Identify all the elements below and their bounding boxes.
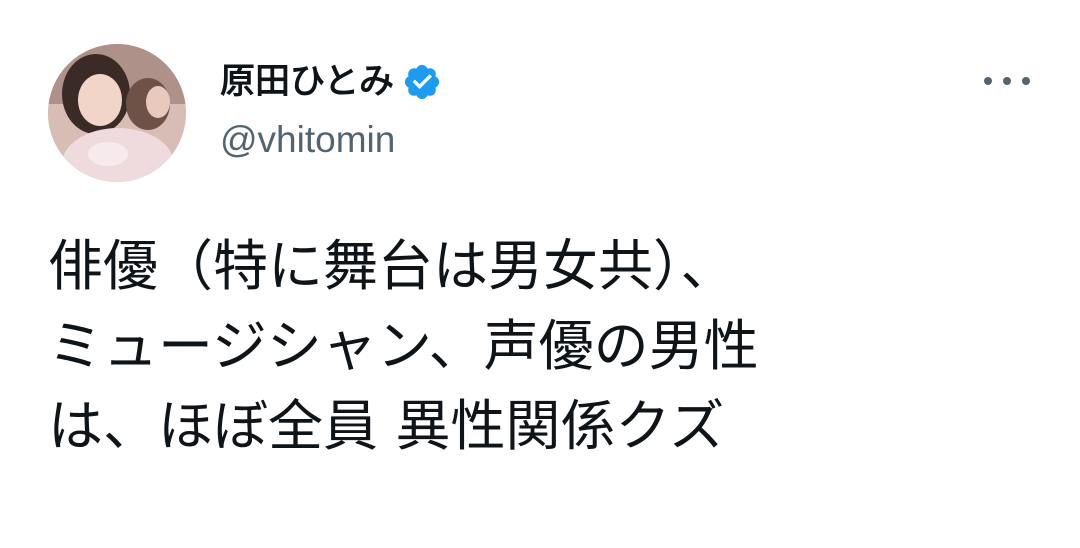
tweet-text-line: 俳優（特に舞台は男女共）、 <box>48 234 736 298</box>
more-dot <box>1003 77 1011 85</box>
author-name-row[interactable]: 原田ひとみ <box>220 58 442 106</box>
avatar[interactable] <box>48 44 186 182</box>
verified-badge-icon <box>402 62 442 102</box>
more-dot <box>984 77 992 85</box>
tweet-text: 俳優（特に舞台は男女共）、 ミュージシャン、声優の男性 は、ほぼ全員 異性関係ク… <box>48 226 1048 466</box>
avatar-photo <box>48 44 186 182</box>
tweet-card: 原田ひとみ @vhitomin 俳優（特に舞台は男女共）、 ミュージシャン、声優… <box>0 0 1080 548</box>
author-handle[interactable]: @vhitomin <box>220 116 395 164</box>
display-name[interactable]: 原田ひとみ <box>220 58 394 106</box>
more-dot <box>1022 77 1030 85</box>
more-horizontal-icon[interactable] <box>984 66 1030 96</box>
tweet-text-line: ミュージシャン、声優の男性 <box>48 314 759 378</box>
tweet-text-line: は、ほぼ全員 異性関係クズ <box>48 394 725 458</box>
